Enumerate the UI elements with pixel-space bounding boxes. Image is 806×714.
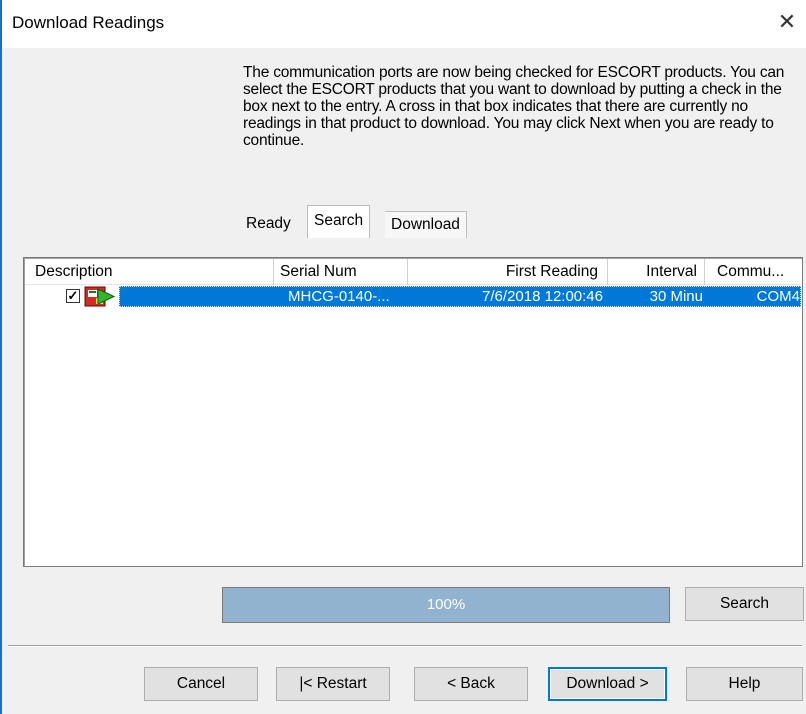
row-checkbox[interactable]: ✓	[66, 289, 80, 303]
cancel-button[interactable]: Cancel	[144, 667, 258, 701]
list-header: Description Serial Num First Reading Int…	[25, 259, 801, 285]
window-title: Download Readings	[12, 13, 165, 32]
tab-ready[interactable]: Ready	[240, 211, 297, 238]
escort-device-icon	[84, 286, 116, 307]
cell-communication-port: COM4	[756, 288, 800, 305]
search-button[interactable]: Search	[685, 587, 804, 621]
search-progress-bar: 100%	[222, 587, 670, 623]
restart-button[interactable]: |< Restart	[276, 667, 390, 701]
download-button[interactable]: Download >	[548, 667, 667, 701]
selected-row-highlight: MHCG-0140-... 7/6/2018 12:00:46 30 Minu …	[119, 286, 801, 307]
tab-search[interactable]: Search	[307, 205, 371, 238]
column-header-first-reading[interactable]: First Reading	[408, 259, 608, 285]
button-separator	[8, 645, 802, 647]
cell-first-reading: 7/6/2018 12:00:46	[482, 288, 603, 305]
help-button[interactable]: Help	[686, 667, 803, 701]
cell-serial-num: MHCG-0140-...	[288, 288, 390, 305]
cell-interval: 30 Minu	[649, 288, 703, 305]
column-header-interval[interactable]: Interval	[608, 259, 705, 285]
column-header-description[interactable]: Description	[25, 259, 274, 285]
column-header-serial-num[interactable]: Serial Num	[274, 259, 408, 285]
progress-label: 100%	[426, 596, 466, 613]
close-icon: ✕	[777, 9, 797, 34]
list-item[interactable]: ✓ MHCG-0140-... 7/6/2018 12:00:46 30 Min…	[25, 286, 801, 307]
close-button[interactable]: ✕	[772, 6, 802, 38]
checkmark-icon: ✓	[67, 288, 79, 303]
product-list[interactable]: Description Serial Num First Reading Int…	[23, 257, 803, 567]
title-bar: Download Readings ✕	[2, 0, 806, 48]
column-header-communication[interactable]: Commu...	[705, 259, 803, 285]
tab-download[interactable]: Download	[385, 211, 467, 238]
back-button[interactable]: < Back	[414, 667, 528, 701]
instructions-text: The communication ports are now being ch…	[243, 64, 785, 149]
window-left-border	[0, 0, 2, 714]
